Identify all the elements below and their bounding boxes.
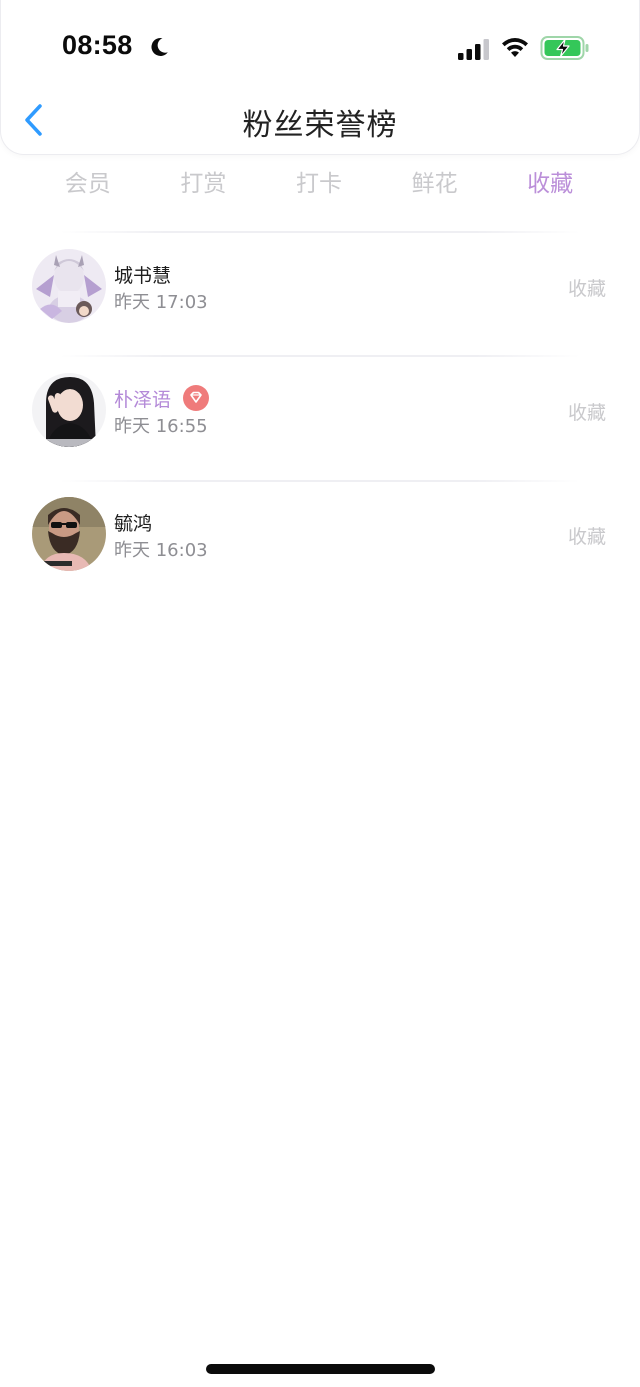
tab-tip[interactable]: 打赏 (146, 166, 262, 206)
fan-name: 朴泽语 (114, 389, 172, 411)
page-title: 粉丝荣誉榜 (242, 108, 398, 143)
fan-time: 昨天 17:03 (114, 292, 208, 313)
wifi-icon (502, 38, 528, 57)
status-time: 08:58 (62, 30, 133, 60)
fan-time: 昨天 16:03 (114, 540, 208, 561)
divider (60, 231, 580, 233)
tab-member[interactable]: 会员 (30, 166, 146, 206)
avatar-bearded-man-sunglasses-image (32, 497, 106, 571)
home-indicator[interactable] (206, 1364, 435, 1374)
tab-flowers[interactable]: 鲜花 (377, 166, 493, 206)
avatar[interactable] (32, 249, 106, 323)
fan-name: 毓鸿 (114, 513, 153, 535)
diamond-badge-icon (183, 385, 209, 411)
list-item[interactable]: 城书慧 昨天 17:03 收藏 (0, 249, 640, 329)
cellular-signal-icon (458, 39, 489, 60)
avatar-anime-character-image (32, 249, 106, 323)
avatar-woman-peace-sign-image (32, 373, 106, 447)
list-item[interactable]: 毓鸿 昨天 16:03 收藏 (0, 497, 640, 577)
fan-name: 城书慧 (114, 265, 172, 287)
action-label: 收藏 (567, 402, 606, 424)
avatar[interactable] (32, 373, 106, 447)
category-tabs: 会员 打赏 打卡 鲜花 收藏 (30, 166, 608, 206)
avatar[interactable] (32, 497, 106, 571)
fan-time: 昨天 16:55 (114, 416, 208, 437)
action-label: 收藏 (567, 526, 606, 548)
tab-favorites[interactable]: 收藏 (492, 166, 608, 206)
divider (60, 480, 580, 482)
divider (60, 355, 580, 357)
action-label: 收藏 (567, 278, 606, 300)
moon-icon (151, 37, 168, 56)
tab-checkin[interactable]: 打卡 (261, 166, 377, 206)
list-item[interactable]: 朴泽语 昨天 16:55 收藏 (0, 373, 640, 453)
battery-charging-icon (540, 36, 589, 60)
